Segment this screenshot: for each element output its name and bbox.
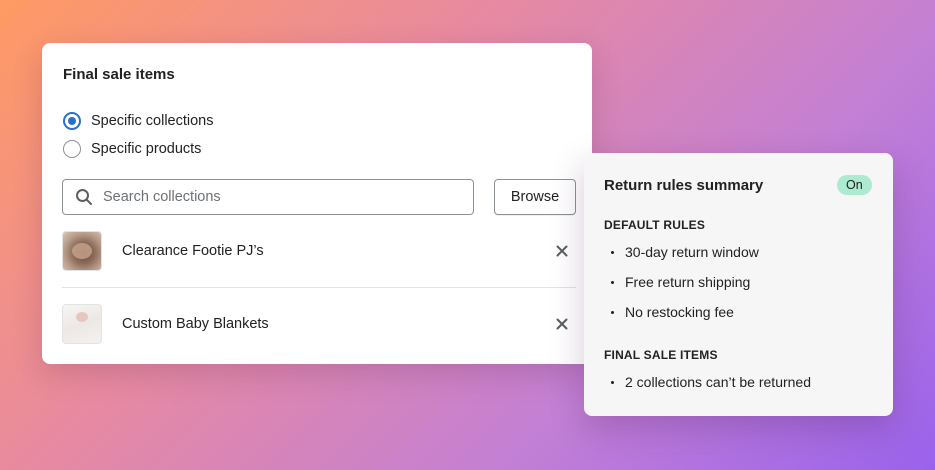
bullet-icon [611, 310, 614, 314]
browse-button[interactable]: Browse [494, 179, 576, 215]
search-input[interactable] [103, 189, 463, 205]
item-label: Clearance Footie PJ’s [122, 243, 264, 259]
search-icon [76, 189, 92, 205]
divider [62, 287, 576, 288]
rule-item: 2 collections can’t be returned [611, 374, 811, 390]
card-title: Final sale items [63, 66, 175, 83]
close-icon [556, 318, 568, 330]
section-heading-default-rules: DEFAULT RULES [604, 218, 706, 232]
radio-label: Specific products [91, 141, 202, 157]
rule-item: Free return shipping [611, 274, 750, 290]
radio-button-checked[interactable] [63, 112, 81, 130]
rule-text: 2 collections can’t be returned [625, 374, 811, 390]
final-sale-card: Final sale items Specific collections Sp… [42, 43, 592, 364]
search-field[interactable] [62, 179, 474, 215]
section-heading-final-sale-items: FINAL SALE ITEMS [604, 348, 718, 362]
rule-text: Free return shipping [625, 274, 751, 290]
list-item: Clearance Footie PJ’s [62, 231, 576, 271]
bullet-icon [611, 250, 614, 254]
bullet-icon [611, 280, 614, 284]
remove-button[interactable] [552, 314, 572, 334]
rule-item: 30-day return window [611, 244, 759, 260]
summary-title: Return rules summary [604, 177, 764, 194]
close-icon [556, 245, 568, 257]
radio-specific-collections[interactable]: Specific collections [63, 111, 214, 131]
bullet-icon [611, 380, 614, 384]
item-label: Custom Baby Blankets [122, 316, 269, 332]
radio-label: Specific collections [91, 113, 214, 129]
list-item: Custom Baby Blankets [62, 304, 576, 344]
status-badge: On [837, 175, 872, 195]
radio-specific-products[interactable]: Specific products [63, 139, 201, 159]
rule-text: 30-day return window [625, 244, 759, 260]
radio-button-unchecked[interactable] [63, 140, 81, 158]
remove-button[interactable] [552, 241, 572, 261]
product-thumbnail [62, 304, 102, 344]
product-thumbnail [62, 231, 102, 271]
return-rules-summary-card: Return rules summary On DEFAULT RULES 30… [584, 153, 893, 416]
rule-item: No restocking fee [611, 304, 734, 320]
rule-text: No restocking fee [625, 304, 734, 320]
